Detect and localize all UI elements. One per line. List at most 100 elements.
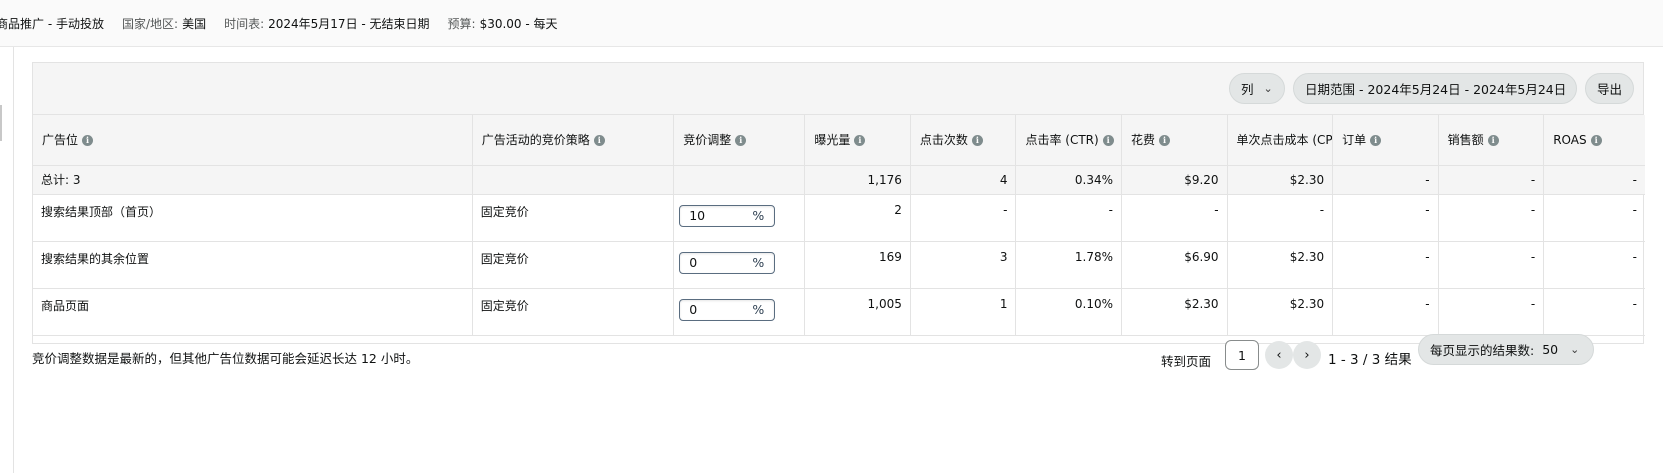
previous-page-button[interactable]: ‹: [1265, 341, 1293, 369]
info-icon[interactable]: i: [1159, 135, 1171, 147]
clicks: 3: [910, 241, 1017, 289]
table-row: 搜索结果的其余位置 固定竞价 0% 169 3 1.78% $6.90 $2.3…: [33, 241, 1645, 289]
info-icon[interactable]: i: [1370, 135, 1382, 147]
bid-strategy: 固定竞价: [472, 241, 675, 289]
cpc: $2.30: [1227, 241, 1334, 289]
total-impressions: 1,176: [804, 165, 911, 195]
placement-table: 广告位 i 广告活动的竞价策略 i 竞价调整 i 曝光量 i 点击次数 i 点击率 (CT…: [33, 115, 1645, 336]
column-header[interactable]: 单次点击成本 (CPC): [1227, 115, 1334, 166]
table-toolbar: 列 ⌄ 日期范围 - 2024年5月24日 - 2024年5月24日 导出: [33, 63, 1643, 115]
date-range-label: 日期范围 - 2024年5月24日 - 2024年5月24日: [1305, 82, 1567, 97]
sales: -: [1438, 194, 1545, 242]
column-header-label: 点击率 (CTR): [1025, 133, 1099, 148]
percent-unit: %: [752, 208, 765, 223]
roas: -: [1543, 288, 1645, 336]
total-spend: $9.20: [1121, 165, 1228, 195]
column-header[interactable]: ROAS i: [1543, 115, 1645, 166]
results-per-page-dropdown[interactable]: 每页显示的结果数: 50 ⌄: [1418, 334, 1594, 365]
info-icon[interactable]: i: [82, 135, 94, 147]
budget-info: 预算: $30.00 - 每天: [448, 15, 558, 32]
orders: -: [1332, 194, 1439, 242]
campaign-name: 商品推广 - 手动投放: [0, 16, 104, 31]
impressions: 169: [804, 241, 911, 289]
spend: $6.90: [1121, 241, 1228, 289]
export-label: 导出: [1596, 82, 1622, 97]
clicks: -: [910, 194, 1017, 242]
roas: -: [1543, 241, 1645, 289]
bid-adjust-input[interactable]: 0%: [679, 251, 776, 274]
column-header[interactable]: 点击率 (CTR) i: [1015, 115, 1122, 166]
per-page-label: 每页显示的结果数:: [1430, 343, 1535, 358]
column-header[interactable]: 曝光量 i: [804, 115, 911, 166]
export-button[interactable]: 导出: [1585, 73, 1634, 104]
percent-unit: %: [752, 255, 765, 270]
column-header-label: 曝光量: [814, 133, 851, 148]
info-icon[interactable]: i: [971, 135, 983, 147]
placement-name: 搜索结果顶部（首页）: [33, 194, 473, 242]
bid-strategy: 固定竞价: [472, 288, 675, 336]
bid-adjust-input[interactable]: 10%: [679, 204, 776, 227]
columns-label: 列: [1241, 82, 1254, 97]
column-header-label: 点击次数: [919, 133, 968, 148]
column-header-label: 广告位: [42, 133, 79, 148]
rail-marker: [0, 105, 2, 141]
total-cpc: $2.30: [1227, 165, 1334, 195]
budget-value: $30.00 - 每天: [479, 16, 558, 31]
column-header-label: 竞价调整: [683, 133, 732, 148]
column-header[interactable]: 竞价调整 i: [673, 115, 806, 166]
roas: -: [1543, 194, 1645, 242]
total-clicks: 4: [910, 165, 1017, 195]
country-info: 国家/地区: 美国: [122, 15, 206, 32]
info-icon[interactable]: i: [1102, 135, 1114, 147]
clicks: 1: [910, 288, 1017, 336]
table-header-row: 广告位 i 广告活动的竞价策略 i 竞价调整 i 曝光量 i 点击次数 i 点击率 (CT…: [33, 115, 1645, 166]
data-delay-note: 竞价调整数据是最新的，但其他广告位数据可能会延迟长达 12 小时。: [32, 351, 419, 366]
cpc: -: [1227, 194, 1334, 242]
goto-page-label: 转到页面: [1161, 354, 1212, 369]
ctr: 0.10%: [1015, 288, 1122, 336]
column-header-label: 花费: [1131, 133, 1156, 148]
total-roas: -: [1543, 165, 1645, 195]
next-page-button[interactable]: ›: [1293, 341, 1321, 369]
column-header[interactable]: 广告位 i: [33, 115, 473, 166]
info-icon[interactable]: i: [735, 135, 747, 147]
bid-adjust-value: 0: [689, 255, 698, 270]
bid-adjust-value: 0: [689, 302, 698, 317]
placement-panel: 列 ⌄ 日期范围 - 2024年5月24日 - 2024年5月24日 导出 广告…: [32, 62, 1645, 344]
country-label: 国家/地区:: [121, 16, 179, 31]
placement-name: 商品页面: [33, 288, 473, 336]
bid-adjust-cell: 10%: [673, 194, 806, 242]
ctr: 1.78%: [1015, 241, 1122, 289]
left-rail: [0, 47, 14, 473]
campaign-summary-bar: 商品推广 - 手动投放 国家/地区: 美国 时间表: 2024年5月17日 - 无结…: [0, 0, 1663, 47]
info-icon[interactable]: i: [593, 135, 605, 147]
date-range-button[interactable]: 日期范围 - 2024年5月24日 - 2024年5月24日: [1293, 73, 1577, 104]
total-bid: [673, 165, 806, 195]
info-icon[interactable]: i: [854, 135, 866, 147]
bid-adjust-value: 10: [689, 208, 706, 223]
column-header-label: 销售额: [1447, 133, 1484, 148]
chevron-right-icon: ›: [1304, 347, 1310, 363]
columns-button[interactable]: 列 ⌄: [1229, 73, 1285, 104]
placement-name: 搜索结果的其余位置: [33, 241, 473, 289]
column-header[interactable]: 点击次数 i: [910, 115, 1017, 166]
spend: $2.30: [1121, 288, 1228, 336]
schedule-info: 时间表: 2024年5月17日 - 无结束日期: [224, 15, 429, 32]
spend: -: [1121, 194, 1228, 242]
column-header-label: 单次点击成本 (CPC): [1236, 133, 1333, 148]
schedule-value: 2024年5月17日 - 无结束日期: [268, 16, 430, 31]
impressions: 2: [804, 194, 911, 242]
info-icon[interactable]: i: [1487, 135, 1499, 147]
table-row: 搜索结果顶部（首页） 固定竞价 10% 2 - - - - - - -: [33, 194, 1645, 242]
column-header-label: 广告活动的竞价策略: [481, 133, 590, 148]
budget-label: 预算:: [447, 16, 476, 31]
bid-adjust-input[interactable]: 0%: [679, 298, 776, 321]
page-number-input[interactable]: 1: [1225, 340, 1259, 370]
column-header[interactable]: 花费 i: [1121, 115, 1228, 166]
result-range: 1 - 3 / 3 结果: [1328, 352, 1412, 368]
info-icon[interactable]: i: [1590, 134, 1602, 146]
schedule-label: 时间表:: [224, 16, 265, 31]
column-header[interactable]: 广告活动的竞价策略 i: [472, 115, 675, 166]
column-header[interactable]: 订单 i: [1332, 115, 1439, 166]
column-header[interactable]: 销售额 i: [1438, 115, 1545, 166]
